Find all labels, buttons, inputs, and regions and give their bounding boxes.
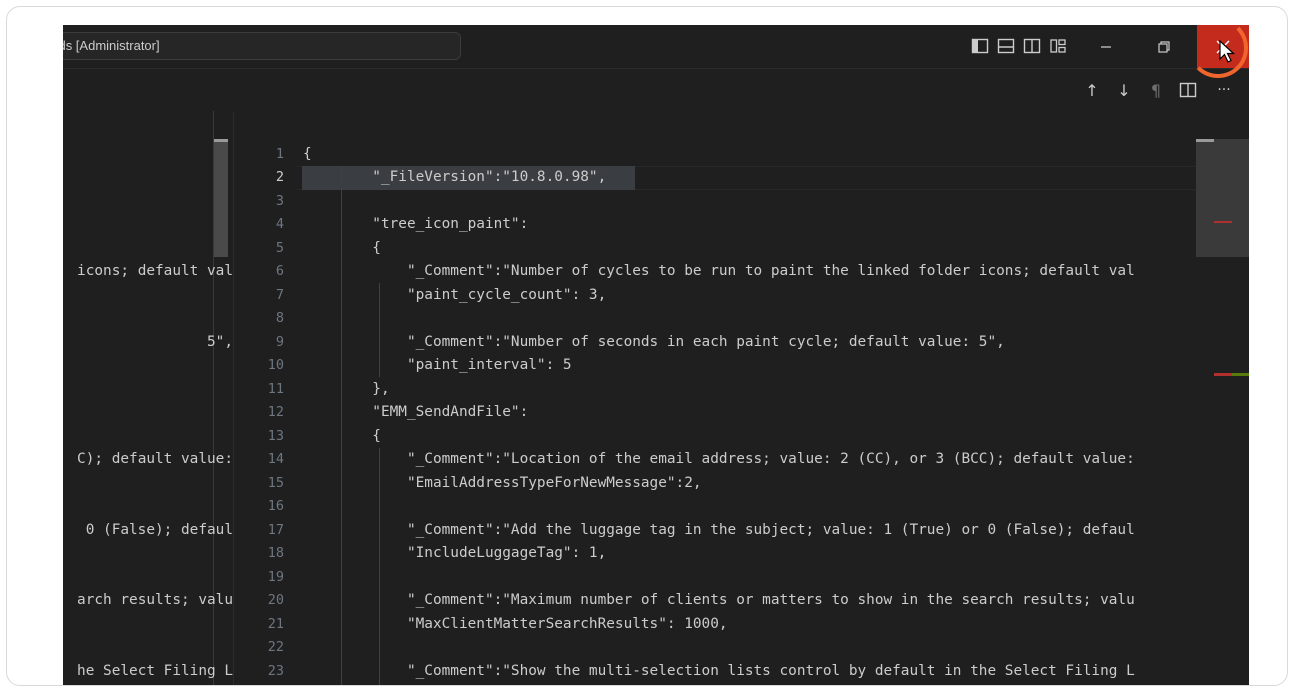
- code-line: "paint_interval": 5: [303, 357, 572, 373]
- line-number: 9: [275, 333, 284, 350]
- code-line: {: [303, 427, 381, 444]
- code-line: "_Comment":"Add the luggage tag in the s…: [303, 521, 1135, 538]
- mouse-cursor-icon: [1219, 40, 1236, 63]
- toggle-primary-sidebar-icon[interactable]: [971, 37, 989, 55]
- line-number: 17: [267, 521, 284, 538]
- line-number: 19: [267, 568, 284, 585]
- title-bar: oads [Administrator]: [63, 25, 1249, 69]
- line-number: 8: [275, 310, 284, 326]
- left-code-line: 0 (False); defaul: [85, 521, 233, 538]
- code-line: "_Comment":"Maximum number of clients or…: [303, 592, 1135, 608]
- code-line: "EMM_SendAndFile":: [303, 404, 529, 420]
- line-number: 1: [275, 145, 284, 162]
- editor-actions-bar: ↑ ↓ ¶ ···: [63, 69, 1249, 111]
- minimap-change-marker-green: [1232, 373, 1249, 376]
- line-number: 6: [275, 263, 284, 279]
- restore-icon: [1158, 40, 1170, 53]
- minimap-top-marker: [1196, 139, 1214, 142]
- pilcrow-icon[interactable]: ¶: [1147, 81, 1165, 100]
- line-number: 4: [275, 216, 284, 232]
- line-number: 22: [267, 639, 284, 655]
- minimap-slider[interactable]: [1196, 139, 1249, 257]
- left-code-line: 5",: [207, 333, 233, 350]
- left-code-line: C); default value:: [77, 451, 233, 467]
- left-scrollbar-thumb[interactable]: [214, 139, 228, 257]
- click-highlight-ring: [1188, 18, 1248, 78]
- line-number: 23: [267, 662, 284, 679]
- code-line: {: [303, 145, 312, 162]
- screenshot-frame: oads [Administrator]: [6, 6, 1288, 686]
- line-number: 3: [275, 192, 284, 209]
- code-line: "IncludeLuggageTag": 1,: [303, 545, 607, 561]
- line-number: 11: [267, 380, 284, 397]
- toggle-secondary-sidebar-icon[interactable]: [1023, 37, 1041, 55]
- split-editor-icon[interactable]: [1179, 81, 1197, 99]
- code-line: "EmailAddressTypeForNewMessage":2,: [303, 474, 702, 491]
- line-number: 13: [267, 427, 284, 444]
- line-number: 12: [267, 404, 284, 420]
- line-number: 2: [275, 169, 284, 185]
- minimap-change-marker-red: [1214, 373, 1232, 376]
- toggle-panel-icon[interactable]: [997, 37, 1015, 55]
- right-editor-pane[interactable]: 123456789101112131415161718192021222324 …: [234, 111, 1249, 685]
- left-code-line: he Select Filing L: [77, 662, 233, 679]
- left-code-line: arch results; valu: [77, 592, 233, 608]
- code-line: "_Comment":"Location of the email addres…: [303, 451, 1135, 467]
- line-number: 21: [267, 615, 284, 632]
- left-code-line: icons; default val: [77, 263, 233, 279]
- code-line: "tree_icon_paint":: [303, 216, 529, 232]
- line-number: 5: [275, 239, 284, 256]
- line-number: 15: [267, 474, 284, 491]
- minimap-error-marker: [1214, 221, 1232, 223]
- code-line: "_Comment":"Show the multi-selection lis…: [303, 662, 1135, 679]
- minimize-button[interactable]: [1083, 25, 1129, 68]
- line-number: 20: [267, 592, 284, 608]
- left-scrollbar-top: [214, 139, 228, 142]
- code-line: },: [303, 380, 390, 397]
- line-number: 7: [275, 286, 284, 303]
- arrow-down-icon[interactable]: ↓: [1115, 81, 1133, 100]
- line-number: 14: [267, 451, 284, 467]
- more-actions-icon[interactable]: ···: [1209, 81, 1239, 99]
- vscode-window: oads [Administrator]: [63, 25, 1249, 685]
- command-center-text: oads [Administrator]: [63, 38, 160, 53]
- left-editor-pane[interactable]: icons; default val 5", C); default value: 0…: [63, 111, 234, 685]
- line-number: 24: [234, 683, 284, 685]
- restore-button[interactable]: [1141, 25, 1187, 68]
- code-line: "_FileVersion":"10.8.0.98",: [303, 169, 607, 185]
- code-line: "EnableMultiSelection": 1: [303, 683, 624, 685]
- code-line: "MaxClientMatterSearchResults": 1000,: [303, 615, 728, 632]
- code-line: "_Comment":"Number of seconds in each pa…: [303, 333, 1005, 350]
- code-line: {: [303, 239, 381, 256]
- minimize-icon: [1101, 45, 1111, 48]
- arrow-up-icon[interactable]: ↑: [1083, 81, 1101, 100]
- code-line: "paint_cycle_count": 3,: [303, 286, 607, 303]
- command-center[interactable]: oads [Administrator]: [63, 32, 461, 60]
- line-number: 10: [267, 357, 284, 373]
- line-number: 18: [267, 545, 284, 561]
- editor-area: icons; default val 5", C); default value: 0…: [63, 111, 1249, 685]
- customize-layout-icon[interactable]: [1049, 37, 1067, 55]
- code-line: "_Comment":"Number of cycles to be run t…: [303, 263, 1135, 279]
- line-number: 16: [267, 498, 284, 514]
